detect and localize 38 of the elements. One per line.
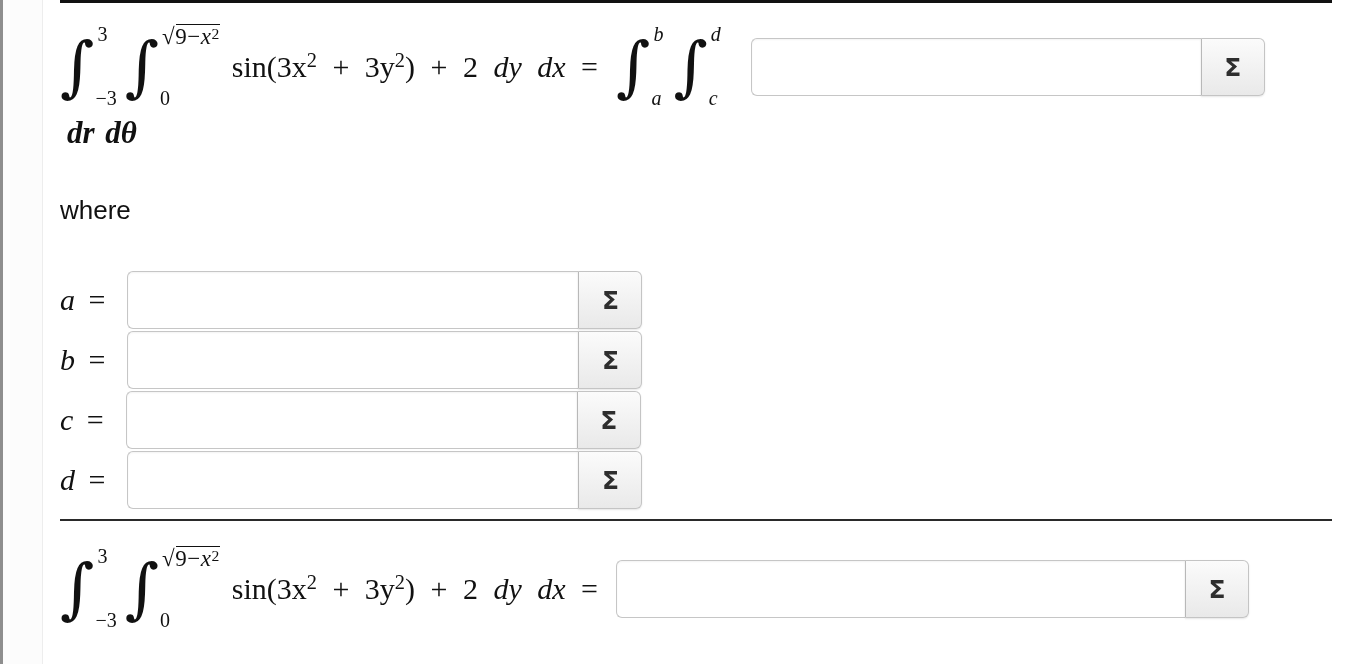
variable-label: c =: [60, 403, 104, 437]
upper-limit: b: [653, 23, 664, 45]
variable-label: d =: [60, 463, 106, 497]
integral-sign: ∫: [124, 549, 160, 629]
lower-limit: a: [651, 87, 662, 109]
variable-label: b =: [60, 343, 106, 377]
lower-limit: −3: [95, 87, 117, 109]
integrand-expression: sin(3x$^{2}$ + 3y$^{2}$) + 2 dy dx =: [231, 50, 598, 84]
lower-limit: 0: [160, 609, 171, 631]
lower-limit: c: [708, 87, 718, 109]
answer-field[interactable]: [127, 331, 579, 389]
sigma-button[interactable]: Σ: [1200, 38, 1265, 96]
variable-label: a =: [60, 283, 106, 317]
lower-limit: −3: [95, 609, 117, 631]
sigma-button[interactable]: Σ: [1185, 560, 1249, 618]
integral-sign: ∫: [60, 549, 95, 629]
sigma-button[interactable]: Σ: [578, 451, 643, 509]
answer-field[interactable]: [125, 391, 577, 449]
integral-sign: ∫: [60, 27, 95, 107]
upper-limit: 3: [97, 545, 108, 567]
upper-limit: d: [710, 23, 721, 45]
integrand-expression: sin(3x$^{2}$ + 3y$^{2}$) + 2 dy dx =: [231, 572, 598, 606]
integral-sign: ∫: [616, 27, 651, 107]
upper-limit: √9−x$^{2}$: [162, 545, 220, 570]
answer-field[interactable]: [616, 560, 1185, 618]
integral-sign: ∫: [673, 27, 708, 107]
integral-sign: ∫: [124, 27, 160, 107]
sigma-button[interactable]: Σ: [578, 271, 643, 329]
answer-field[interactable]: [127, 451, 579, 509]
sigma-button[interactable]: Σ: [576, 391, 641, 449]
lower-limit: 0: [160, 87, 171, 109]
sigma-button[interactable]: Σ: [578, 331, 643, 389]
answer-field[interactable]: [750, 38, 1201, 96]
differentials-text: dr dθ: [67, 118, 137, 148]
where-label: where: [60, 196, 131, 224]
upper-limit: 3: [97, 23, 108, 45]
upper-limit: √9−x$^{2}$: [162, 23, 220, 48]
answer-field[interactable]: [127, 271, 579, 329]
